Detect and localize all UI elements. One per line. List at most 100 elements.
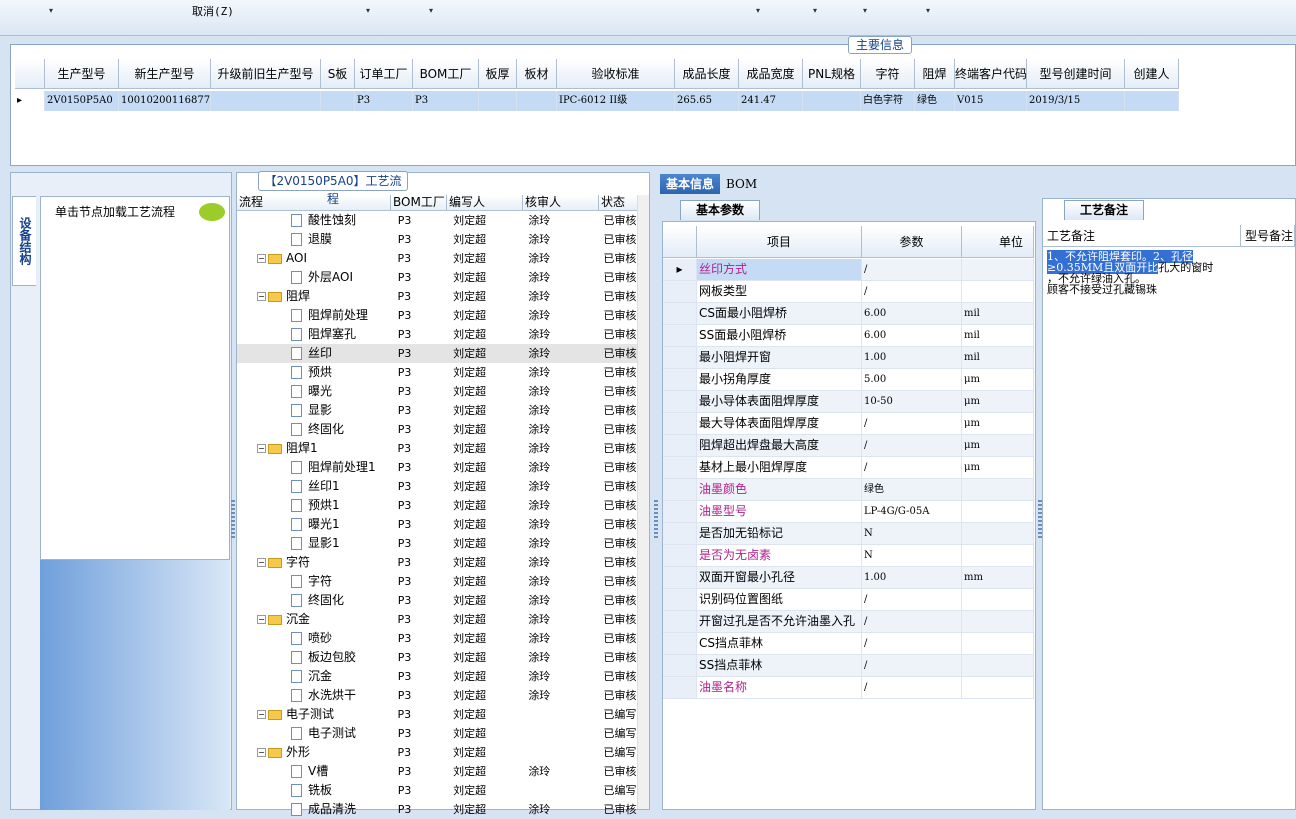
equipment-structure-tab[interactable]: 设备结构: [12, 196, 36, 286]
dropdown-arrow-icon[interactable]: ▾: [49, 6, 53, 15]
flow-tree-row[interactable]: 丝印 P3 刘定超 涂玲 已审核: [237, 344, 641, 363]
flow-tree-row[interactable]: 字符 P3 刘定超 涂玲 已审核: [237, 572, 641, 591]
param-value[interactable]: 6.00: [862, 303, 962, 324]
param-value[interactable]: /: [862, 435, 962, 456]
flow-col-header[interactable]: 流程: [237, 195, 391, 210]
flow-tree-row[interactable]: 水洗烘干 P3 刘定超 涂玲 已审核: [237, 686, 641, 705]
cancel-button[interactable]: 取消(Z): [192, 3, 234, 19]
main-col-header[interactable]: 成品长度: [675, 59, 739, 89]
main-info-row[interactable]: ▸ 2V0150P5A0 10010200116877 P3 P3 IPC-6012 II…: [15, 91, 1179, 111]
param-row[interactable]: 油墨名称 /: [663, 677, 1034, 699]
main-col-header[interactable]: 新生产型号: [119, 59, 211, 89]
flow-tree-row[interactable]: 阻焊前处理 P3 刘定超 涂玲 已审核: [237, 306, 641, 325]
flow-tree-row[interactable]: 预烘 P3 刘定超 涂玲 已审核: [237, 363, 641, 382]
param-row[interactable]: 基材上最小阻焊厚度 / μm: [663, 457, 1034, 479]
param-value[interactable]: 6.00: [862, 325, 962, 346]
main-col-header[interactable]: 创建人: [1125, 59, 1179, 89]
flow-tree-row[interactable]: 铣板 P3 刘定超 已编写: [237, 781, 641, 800]
flow-tree-row[interactable]: 显影 P3 刘定超 涂玲 已审核: [237, 401, 641, 420]
param-row[interactable]: SS面最小阻焊桥 6.00 mil: [663, 325, 1034, 347]
flow-tree-row[interactable]: 显影1 P3 刘定超 涂玲 已审核: [237, 534, 641, 553]
flow-tree-row[interactable]: 板边包胶 P3 刘定超 涂玲 已审核: [237, 648, 641, 667]
flow-tree-row[interactable]: − 沉金 P3 刘定超 涂玲 已审核: [237, 610, 641, 629]
param-value[interactable]: /: [862, 677, 962, 698]
flow-tree-row[interactable]: − 外形 P3 刘定超 已编写: [237, 743, 641, 762]
dropdown-arrow-icon[interactable]: ▾: [863, 6, 867, 15]
flow-col-header[interactable]: BOM工厂: [391, 195, 447, 210]
collapse-icon[interactable]: −: [257, 615, 266, 624]
tab-basic-params[interactable]: 基本参数: [680, 200, 760, 220]
main-col-header[interactable]: 订单工厂: [355, 59, 413, 89]
param-row[interactable]: 油墨颜色 绿色: [663, 479, 1034, 501]
splitter-grip-icon[interactable]: [231, 500, 235, 540]
splitter-grip-icon[interactable]: [654, 500, 658, 540]
flow-tree-row[interactable]: 曝光1 P3 刘定超 涂玲 已审核: [237, 515, 641, 534]
main-col-header[interactable]: 成品宽度: [739, 59, 803, 89]
collapse-icon[interactable]: −: [257, 292, 266, 301]
collapse-icon[interactable]: −: [257, 558, 266, 567]
flow-tree-row[interactable]: 外层AOI P3 刘定超 涂玲 已审核: [237, 268, 641, 287]
collapse-icon[interactable]: −: [257, 710, 266, 719]
param-value[interactable]: /: [862, 589, 962, 610]
param-row[interactable]: ▸ 丝印方式 /: [663, 259, 1034, 281]
main-col-header[interactable]: 型号创建时间: [1027, 59, 1125, 89]
collapse-icon[interactable]: −: [257, 748, 266, 757]
param-row[interactable]: CS面最小阻焊桥 6.00 mil: [663, 303, 1034, 325]
param-value[interactable]: N: [862, 523, 962, 544]
param-row[interactable]: 是否为无卤素 N: [663, 545, 1034, 567]
param-row[interactable]: 开窗过孔是否不允许油墨入孔 /: [663, 611, 1034, 633]
flow-tree-row[interactable]: − 电子测试 P3 刘定超 已编写: [237, 705, 641, 724]
param-row[interactable]: 网板类型 /: [663, 281, 1034, 303]
dropdown-arrow-icon[interactable]: ▾: [813, 6, 817, 15]
collapse-icon[interactable]: −: [257, 254, 266, 263]
dropdown-arrow-icon[interactable]: ▾: [756, 6, 760, 15]
flow-col-header[interactable]: 核审人: [523, 195, 599, 210]
flow-tree-row[interactable]: − 阻焊1 P3 刘定超 涂玲 已审核: [237, 439, 641, 458]
main-col-header[interactable]: PNL规格: [803, 59, 861, 89]
param-value[interactable]: /: [862, 457, 962, 478]
flow-tree-row[interactable]: 喷砂 P3 刘定超 涂玲 已审核: [237, 629, 641, 648]
tab-bom[interactable]: BOM: [720, 174, 763, 194]
param-row[interactable]: 最小导体表面阻焊厚度 10-50 μm: [663, 391, 1034, 413]
param-row[interactable]: 最小阻焊开窗 1.00 mil: [663, 347, 1034, 369]
param-value[interactable]: 5.00: [862, 369, 962, 390]
main-col-header[interactable]: 字符: [861, 59, 915, 89]
collapse-icon[interactable]: −: [257, 444, 266, 453]
flow-tree-row[interactable]: 阻焊前处理1 P3 刘定超 涂玲 已审核: [237, 458, 641, 477]
splitter-grip-icon[interactable]: [1038, 500, 1042, 540]
param-row[interactable]: 最小拐角厚度 5.00 μm: [663, 369, 1034, 391]
main-col-header[interactable]: 板材: [517, 59, 557, 89]
dropdown-arrow-icon[interactable]: ▾: [366, 6, 370, 15]
flow-tree-row[interactable]: 曝光 P3 刘定超 涂玲 已审核: [237, 382, 641, 401]
param-row[interactable]: 油墨型号 LP-4G/G-05A: [663, 501, 1034, 523]
main-col-header[interactable]: 验收标准: [557, 59, 675, 89]
main-col-header[interactable]: 阻焊: [915, 59, 955, 89]
flow-tree-row[interactable]: 酸性蚀刻 P3 刘定超 涂玲 已审核: [237, 211, 641, 230]
flow-scrollbar[interactable]: [637, 195, 649, 809]
param-value[interactable]: /: [862, 281, 962, 302]
dropdown-arrow-icon[interactable]: ▾: [429, 6, 433, 15]
param-value[interactable]: 绿色: [862, 479, 962, 500]
param-row[interactable]: 双面开窗最小孔径 1.00 mm: [663, 567, 1034, 589]
param-row[interactable]: 阻焊超出焊盘最大高度 / μm: [663, 435, 1034, 457]
main-col-header[interactable]: S板: [321, 59, 355, 89]
main-col-header[interactable]: BOM工厂: [413, 59, 479, 89]
param-value[interactable]: /: [862, 259, 962, 280]
flow-tree-row[interactable]: 终固化 P3 刘定超 涂玲 已审核: [237, 420, 641, 439]
flow-tree-row[interactable]: 终固化 P3 刘定超 涂玲 已审核: [237, 591, 641, 610]
param-value[interactable]: N: [862, 545, 962, 566]
process-remark-text[interactable]: 1、不允许阻焊套印。2、孔径≥0.35MM且双面开比孔大的窗时 ，不允许绿油入孔…: [1047, 250, 1227, 295]
flow-tree-row[interactable]: 退膜 P3 刘定超 涂玲 已审核: [237, 230, 641, 249]
main-col-header[interactable]: 生产型号: [45, 59, 119, 89]
param-row[interactable]: 是否加无铅标记 N: [663, 523, 1034, 545]
param-row[interactable]: CS挡点菲林 /: [663, 633, 1034, 655]
tab-basic-info[interactable]: 基本信息: [660, 174, 721, 194]
flow-tree-row[interactable]: − AOI P3 刘定超 涂玲 已审核: [237, 249, 641, 268]
flow-tree-row[interactable]: 阻焊塞孔 P3 刘定超 涂玲 已审核: [237, 325, 641, 344]
flow-tree-row[interactable]: − 阻焊 P3 刘定超 涂玲 已审核: [237, 287, 641, 306]
main-col-header[interactable]: 升级前旧生产型号: [211, 59, 321, 89]
param-value[interactable]: 1.00: [862, 567, 962, 588]
param-value[interactable]: 1.00: [862, 347, 962, 368]
main-col-header[interactable]: 终端客户代码: [955, 59, 1027, 89]
tab-process-remarks[interactable]: 工艺备注: [1064, 200, 1144, 220]
